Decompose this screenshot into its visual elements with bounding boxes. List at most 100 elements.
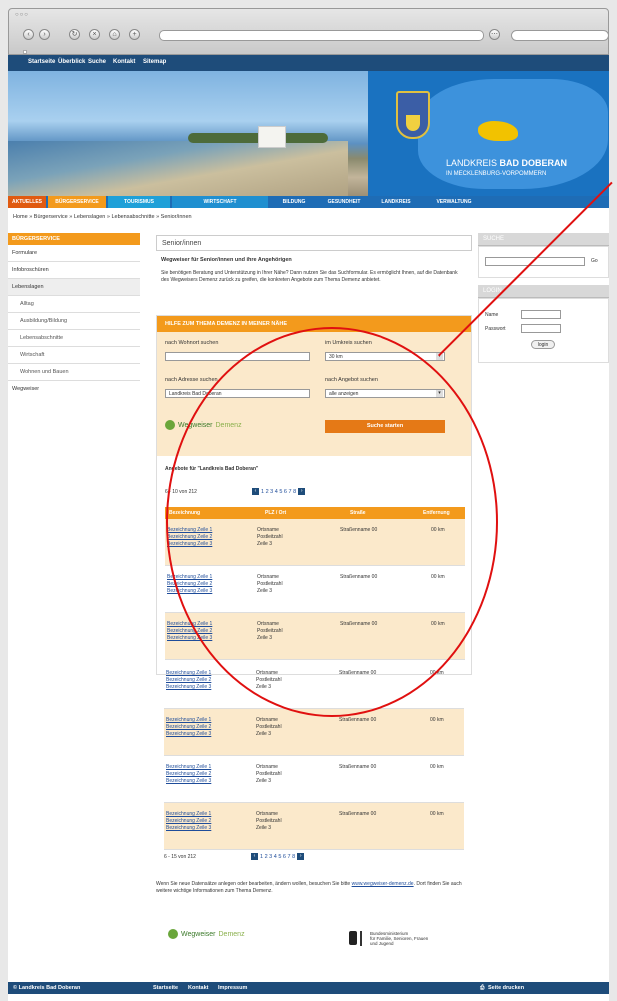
- login-password-input[interactable]: [521, 324, 561, 333]
- beach-photo: [8, 141, 348, 196]
- row-links[interactable]: Bezeichnung Zeile 1 Bezeichnung Zeile 2 Be…: [166, 717, 211, 738]
- row-distance: 00 km: [431, 621, 445, 627]
- row-links[interactable]: Bezeichnung Zeile 1 Bezeichnung Zeile 2 Be…: [167, 621, 212, 642]
- row-street: Straßenname 00: [340, 621, 378, 627]
- results-count-top: 6 - 10 von 212: [165, 489, 197, 495]
- address-input[interactable]: Landkreis Bad Doberan: [165, 389, 310, 398]
- prev-page-icon[interactable]: ‹: [252, 488, 259, 495]
- page-numbers[interactable]: 1 2 3 4 5 6 7 8: [260, 854, 295, 860]
- row-links[interactable]: Bezeichnung Zeile 1 Bezeichnung Zeile 2 Be…: [166, 764, 211, 785]
- row-street: Straßenname 00: [339, 764, 377, 770]
- sidebar-item-lebenslagen[interactable]: Lebenslagen: [8, 279, 140, 296]
- footer-link-startseite[interactable]: Startseite: [153, 985, 178, 991]
- print-icon[interactable]: ⎙: [480, 985, 484, 992]
- header-banner: LANDKREIS BAD DOBERAN IN MECKLENBURG-VOR…: [8, 71, 609, 196]
- web-page: Startseite Überblick Suche Kontakt Sitem…: [8, 55, 613, 1001]
- location-input[interactable]: [165, 352, 310, 361]
- table-row: Bezeichnung Zeile 1 Bezeichnung Zeile 2 Be…: [164, 662, 464, 709]
- intro-text: Sie benötigen Beratung und Unterstützung…: [161, 270, 458, 283]
- tab-landkreis[interactable]: LANDKREIS: [370, 196, 422, 208]
- row-links[interactable]: Bezeichnung Zeile 1 Bezeichnung Zeile 2 Be…: [167, 527, 212, 548]
- logo-icon: [165, 420, 175, 430]
- sidebar-item-wirtschaft[interactable]: Wirtschaft: [8, 347, 140, 364]
- row-address: Ortsname Postleitzahl Zeile 3: [256, 670, 282, 690]
- row-distance: 00 km: [430, 717, 444, 723]
- topnav-kontakt[interactable]: Kontakt: [113, 59, 135, 65]
- logo-icon: [168, 929, 178, 939]
- search-widget-header: SUCHE: [478, 233, 609, 246]
- tab-verwaltung[interactable]: VERWALTUNG: [424, 196, 484, 208]
- col-plz-ort[interactable]: PLZ / Ort: [265, 510, 286, 516]
- sidebar-item-ausbildung[interactable]: Ausbildung/Bildung: [8, 313, 140, 330]
- table-row: Bezeichnung Zeile 1 Bezeichnung Zeile 2 Be…: [165, 566, 465, 613]
- rss-icon[interactable]: ⋯: [489, 29, 500, 40]
- stop-icon[interactable]: ×: [89, 29, 100, 40]
- tab-gesundheit[interactable]: GESUNDHEIT: [320, 196, 368, 208]
- login-button[interactable]: login: [531, 340, 555, 349]
- radius-select[interactable]: 30 km: [325, 352, 445, 361]
- page-numbers[interactable]: 1 2 3 4 5 6 7 8: [261, 489, 296, 495]
- sidebar-item-infobroschueren[interactable]: Infobroschüren: [8, 262, 140, 279]
- topnav-ueberblick[interactable]: Überblick: [58, 59, 85, 65]
- browser-chrome: ○○○ ‹ › ↻ × ⌂ + ⋯: [8, 8, 609, 55]
- next-page-icon[interactable]: ›: [297, 853, 305, 860]
- reload-icon[interactable]: ↻: [69, 29, 80, 40]
- row-distance: 00 km: [430, 670, 444, 676]
- pagination-top[interactable]: ‹ 1 2 3 4 5 6 7 8 ›: [252, 488, 306, 495]
- footer-link-impressum[interactable]: Impressum: [218, 985, 247, 991]
- results-title: Angebote für "Landkreis Bad Doberan": [165, 466, 259, 472]
- prev-page-icon[interactable]: ‹: [251, 853, 258, 860]
- tab-bildung[interactable]: BILDUNG: [270, 196, 318, 208]
- offer-select[interactable]: alle anzeigen: [325, 389, 445, 398]
- sidebar-item-lebensabschnitte[interactable]: Lebensabschnitte: [8, 330, 140, 347]
- main-navigation: AKTUELLES BÜRGERSERVICE TOURISMUS WIRTSC…: [8, 196, 609, 208]
- forward-icon[interactable]: ›: [39, 29, 50, 40]
- copyright: © Landkreis Bad Doberan: [13, 985, 81, 991]
- sidebar-item-formulare[interactable]: Formulare: [8, 245, 140, 262]
- tab-aktuelles[interactable]: AKTUELLES: [8, 196, 46, 208]
- browser-search-field[interactable]: [511, 30, 609, 41]
- col-entfernung[interactable]: Entfernung: [423, 510, 450, 516]
- address-bar[interactable]: [159, 30, 484, 41]
- tab-wirtschaft[interactable]: WIRTSCHAFT: [172, 196, 268, 208]
- brand-title[interactable]: LANDKREIS BAD DOBERAN: [446, 158, 567, 168]
- hotel-building: [258, 126, 286, 148]
- row-address: Ortsname Postleitzahl Zeile 3: [257, 527, 283, 547]
- col-bezeichnung[interactable]: Bezeichnung: [169, 510, 200, 516]
- search-box-header: HILFE ZUM THEMA DEMENZ IN MEINER NÄHE: [157, 316, 471, 332]
- intro-heading: Wegweiser für Senior/innen und ihre Ange…: [161, 257, 292, 263]
- add-bookmark-icon[interactable]: +: [129, 29, 140, 40]
- window-controls[interactable]: ○○○: [15, 12, 29, 18]
- next-page-icon[interactable]: ›: [298, 488, 306, 495]
- row-links[interactable]: Bezeichnung Zeile 1 Bezeichnung Zeile 2 Be…: [166, 670, 211, 691]
- row-links[interactable]: Bezeichnung Zeile 1 Bezeichnung Zeile 2 Be…: [166, 811, 211, 832]
- row-address: Ortsname Postleitzahl Zeile 3: [257, 621, 283, 641]
- password-label: Passwort: [485, 326, 506, 332]
- bookmarks-icon[interactable]: [23, 50, 27, 54]
- login-name-input[interactable]: [521, 310, 561, 319]
- left-sidebar: BÜRGERSERVICE Formulare Infobroschüren L…: [8, 233, 140, 398]
- search-submit-button[interactable]: Suche starten: [325, 420, 445, 433]
- sidebar-item-alltag[interactable]: Alltag: [8, 296, 140, 313]
- pagination-bottom[interactable]: ‹ 1 2 3 4 5 6 7 8 ›: [251, 853, 305, 860]
- footer-link-kontakt[interactable]: Kontakt: [188, 985, 208, 991]
- tab-tourismus[interactable]: TOURISMUS: [108, 196, 170, 208]
- back-icon[interactable]: ‹: [23, 29, 34, 40]
- topnav-startseite[interactable]: Startseite: [28, 59, 55, 65]
- row-distance: 00 km: [431, 574, 445, 580]
- site-search-go[interactable]: Go: [591, 258, 598, 264]
- intro: Wegweiser für Senior/innen und ihre Ange…: [156, 257, 472, 284]
- sidebar-item-wohnen[interactable]: Wohnen und Bauen: [8, 364, 140, 381]
- wegweiser-link[interactable]: www.wegweiser-demenz.de: [352, 881, 414, 887]
- breadcrumb[interactable]: Home » Bürgerservice » Lebenslagen » Leb…: [13, 214, 192, 220]
- tab-buergerservice[interactable]: BÜRGERSERVICE: [48, 196, 106, 208]
- topnav-suche[interactable]: Suche: [88, 59, 106, 65]
- topnav-sitemap[interactable]: Sitemap: [143, 59, 166, 65]
- coat-of-arms-icon[interactable]: [396, 91, 430, 139]
- sidebar-item-wegweiser[interactable]: Wegweiser: [8, 381, 140, 398]
- row-links[interactable]: Bezeichnung Zeile 1 Bezeichnung Zeile 2 Be…: [167, 574, 212, 595]
- col-strasse[interactable]: Straße: [350, 510, 366, 516]
- name-label: Name: [485, 312, 499, 318]
- home-icon[interactable]: ⌂: [109, 29, 120, 40]
- print-page-link[interactable]: Seite drucken: [488, 985, 524, 991]
